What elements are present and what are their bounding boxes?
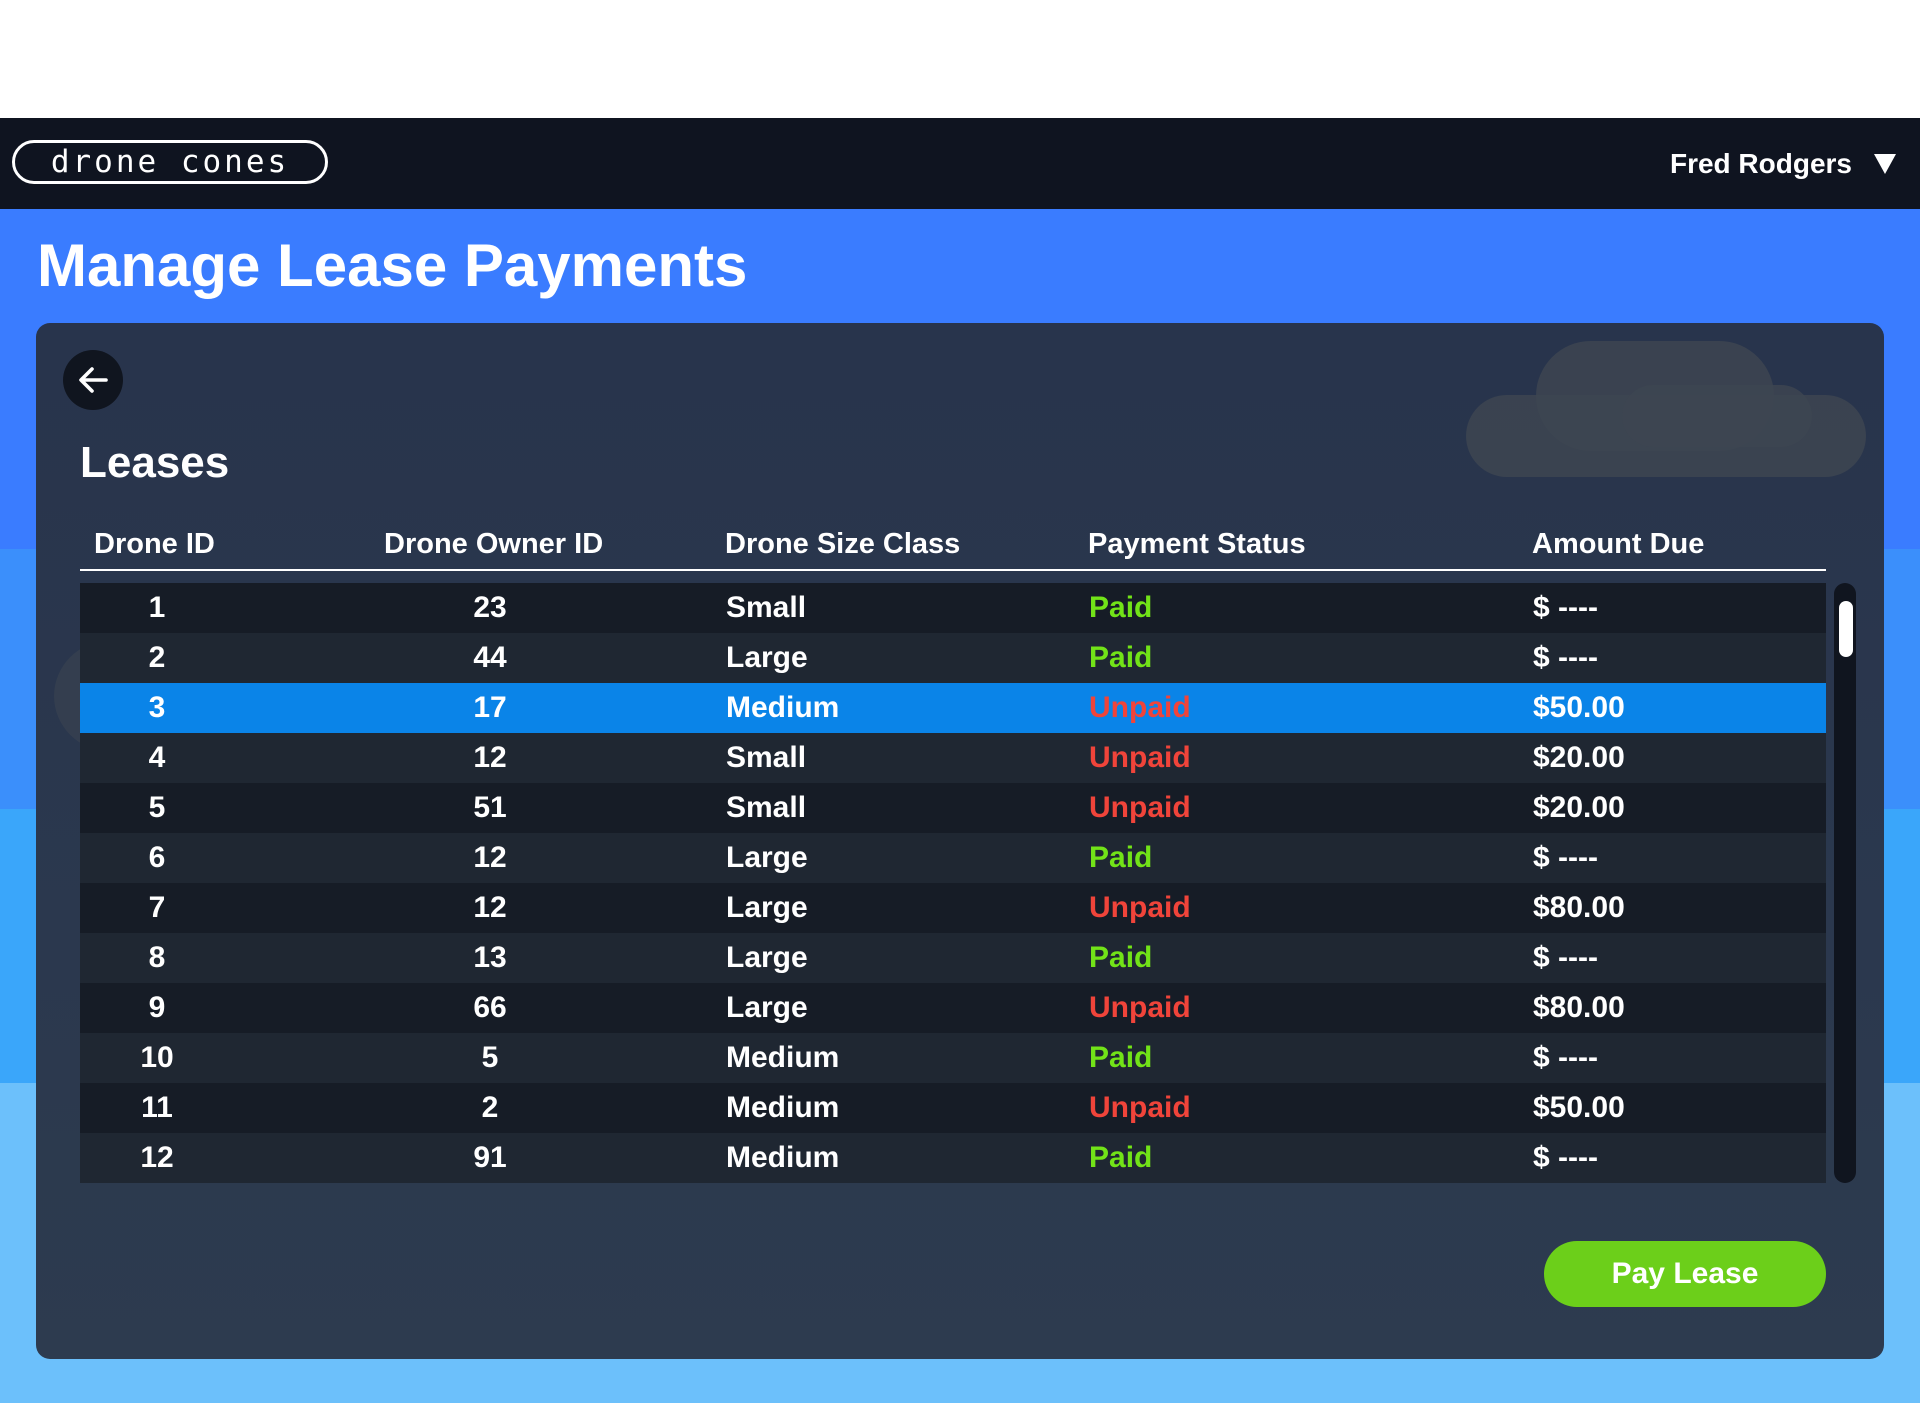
table-row[interactable]: 10 5 Medium Paid $ ----: [80, 1033, 1826, 1083]
drone-id-cell: 4: [148, 741, 166, 774]
caret-down-icon: [1874, 153, 1896, 174]
column-header[interactable]: Amount Due: [1532, 519, 1704, 569]
owner-id-cell: 23: [473, 591, 507, 624]
column-header[interactable]: Payment Status: [1088, 519, 1306, 569]
amount-due-cell: $ ----: [1533, 591, 1598, 624]
back-button[interactable]: [63, 350, 123, 410]
column-header[interactable]: Drone ID: [94, 519, 215, 569]
owner-id-cell: 44: [473, 641, 507, 674]
owner-id-cell: 12: [473, 841, 507, 874]
scrollbar-thumb[interactable]: [1839, 601, 1853, 657]
owner-id-cell: 12: [473, 741, 507, 774]
payment-status-cell: Paid: [1089, 641, 1153, 674]
size-class-cell: Medium: [726, 1091, 840, 1124]
table-row[interactable]: 8 13 Large Paid $ ----: [80, 933, 1826, 983]
cloud-decoration: [1622, 385, 1812, 447]
pay-lease-button[interactable]: Pay Lease: [1544, 1241, 1826, 1307]
size-class-cell: Large: [726, 641, 808, 674]
size-class-cell: Medium: [726, 1141, 840, 1174]
amount-due-cell: $ ----: [1533, 1041, 1598, 1074]
table-row[interactable]: 11 2 Medium Unpaid $50.00: [80, 1083, 1826, 1133]
drone-id-cell: 8: [148, 941, 166, 974]
drone-id-cell: 6: [148, 841, 166, 874]
table-row[interactable]: 5 51 Small Unpaid $20.00: [80, 783, 1826, 833]
scrollbar[interactable]: [1834, 583, 1856, 1183]
drone-id-cell: 9: [148, 991, 166, 1024]
owner-id-cell: 66: [473, 991, 507, 1024]
amount-due-cell: $50.00: [1533, 1091, 1625, 1124]
payment-status-cell: Paid: [1089, 1041, 1153, 1074]
owner-id-cell: 2: [481, 1091, 499, 1124]
size-class-cell: Small: [726, 741, 807, 774]
owner-id-cell: 91: [473, 1141, 507, 1174]
payment-status-cell: Paid: [1089, 591, 1153, 624]
table-row[interactable]: 7 12 Large Unpaid $80.00: [80, 883, 1826, 933]
table-row[interactable]: 6 12 Large Paid $ ----: [80, 833, 1826, 883]
drone-id-cell: 7: [148, 891, 166, 924]
table-row[interactable]: 1 23 Small Paid $ ----: [80, 583, 1826, 633]
drone-id-cell: 2: [148, 641, 166, 674]
amount-due-cell: $ ----: [1533, 841, 1598, 874]
table-header: Drone ID Drone Owner ID Drone Size Class…: [80, 519, 1826, 571]
arrow-left-icon: [79, 367, 108, 393]
payment-status-cell: Unpaid: [1089, 991, 1191, 1024]
amount-due-cell: $ ----: [1533, 941, 1598, 974]
payment-status-cell: Paid: [1089, 1141, 1153, 1174]
table-row[interactable]: 3 17 Medium Unpaid $50.00: [80, 683, 1826, 733]
top-margin: [0, 0, 1920, 118]
payment-status-cell: Paid: [1089, 841, 1153, 874]
drone-id-cell: 3: [148, 691, 166, 724]
size-class-cell: Medium: [726, 691, 840, 724]
amount-due-cell: $ ----: [1533, 1141, 1598, 1174]
drone-id-cell: 11: [141, 1091, 173, 1124]
payment-status-cell: Unpaid: [1089, 741, 1191, 774]
payment-status-cell: Unpaid: [1089, 1091, 1191, 1124]
payment-status-cell: Paid: [1089, 941, 1153, 974]
table-row[interactable]: 4 12 Small Unpaid $20.00: [80, 733, 1826, 783]
size-class-cell: Large: [726, 991, 808, 1024]
column-header[interactable]: Drone Size Class: [725, 519, 960, 569]
owner-id-cell: 51: [473, 791, 507, 824]
table-body: 1 23 Small Paid $ ---- 2 44 Large Paid $ ---- 3 17 M…: [80, 583, 1826, 1183]
amount-due-cell: $20.00: [1533, 791, 1625, 824]
size-class-cell: Small: [726, 791, 807, 824]
payment-status-cell: Unpaid: [1089, 691, 1191, 724]
drone-id-cell: 10: [140, 1041, 174, 1074]
drone-id-cell: 12: [140, 1141, 174, 1174]
size-class-cell: Large: [726, 841, 808, 874]
size-class-cell: Large: [726, 941, 808, 974]
column-header[interactable]: Drone Owner ID: [384, 519, 603, 569]
table-row[interactable]: 12 91 Medium Paid $ ----: [80, 1133, 1826, 1183]
payment-status-cell: Unpaid: [1089, 891, 1191, 924]
owner-id-cell: 5: [481, 1041, 499, 1074]
logo[interactable]: drone cones: [12, 140, 328, 184]
drone-id-cell: 1: [148, 591, 166, 624]
owner-id-cell: 17: [473, 691, 507, 724]
size-class-cell: Large: [726, 891, 808, 924]
user-name: Fred Rodgers: [1669, 147, 1852, 179]
size-class-cell: Small: [726, 591, 807, 624]
section-title: Leases: [80, 438, 230, 487]
leases-panel: Leases Drone ID Drone Owner ID Drone Siz…: [36, 323, 1884, 1359]
amount-due-cell: $80.00: [1533, 891, 1625, 924]
payment-status-cell: Unpaid: [1089, 791, 1191, 824]
amount-due-cell: $50.00: [1533, 691, 1625, 724]
table-row[interactable]: 2 44 Large Paid $ ----: [80, 633, 1826, 683]
drone-id-cell: 5: [148, 791, 166, 824]
page-title: Manage Lease Payments: [37, 232, 748, 299]
owner-id-cell: 13: [473, 941, 507, 974]
table-row[interactable]: 9 66 Large Unpaid $80.00: [80, 983, 1826, 1033]
owner-id-cell: 12: [473, 891, 507, 924]
amount-due-cell: $80.00: [1533, 991, 1625, 1024]
size-class-cell: Medium: [726, 1041, 840, 1074]
navbar: drone cones Fred Rodgers: [0, 118, 1920, 209]
amount-due-cell: $ ----: [1533, 641, 1598, 674]
amount-due-cell: $20.00: [1533, 741, 1625, 774]
user-menu[interactable]: Fred Rodgers: [1670, 118, 1896, 209]
